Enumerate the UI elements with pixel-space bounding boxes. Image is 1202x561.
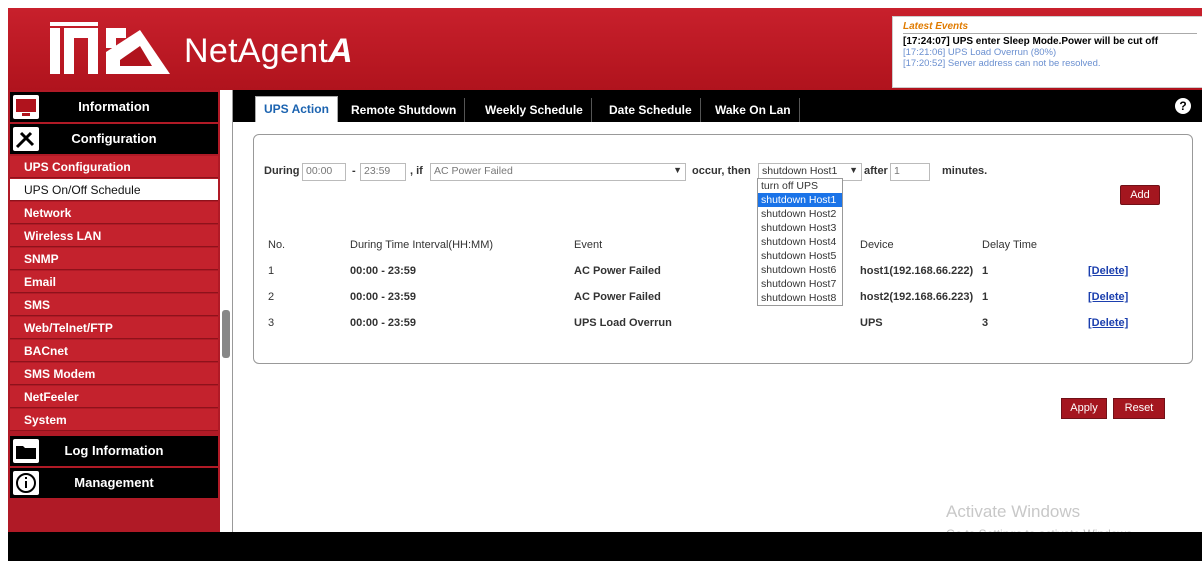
tab-date-schedule[interactable]: Date Schedule bbox=[601, 98, 701, 122]
during-label: During bbox=[264, 165, 300, 177]
sidebar-item-wireless-lan[interactable]: Wireless LAN bbox=[10, 225, 218, 247]
header-event: Event bbox=[574, 239, 603, 251]
latest-events-panel: Latest Events [17:24:07] UPS enter Sleep… bbox=[892, 16, 1202, 88]
sidebar-item-web-telnet-ftp[interactable]: Web/Telnet/FTP bbox=[10, 317, 218, 339]
dropdown-option[interactable]: shutdown Host2 bbox=[758, 207, 842, 221]
chevron-down-icon: ▼ bbox=[673, 165, 682, 175]
sidebar-item-ups-onoff-schedule[interactable]: UPS On/Off Schedule bbox=[10, 179, 218, 201]
row-3-device: UPS bbox=[860, 317, 883, 329]
sidebar-collapse-handle[interactable] bbox=[222, 310, 230, 358]
header-no: No. bbox=[268, 239, 286, 251]
occur-label: occur, then bbox=[692, 165, 751, 177]
minutes-label: minutes. bbox=[942, 165, 988, 177]
event-line: [17:20:52] Server address can not be res… bbox=[903, 58, 1101, 69]
help-icon[interactable]: ? bbox=[1175, 98, 1191, 114]
footer-bar bbox=[8, 532, 1202, 561]
sidebar-item-netfeeler[interactable]: NetFeeler bbox=[10, 386, 218, 408]
netagent-logo-icon bbox=[50, 22, 170, 74]
dropdown-option[interactable]: shutdown Host8 bbox=[758, 291, 842, 305]
sidebar-section-management[interactable]: Management bbox=[10, 468, 218, 498]
dropdown-option[interactable]: shutdown Host7 bbox=[758, 277, 842, 291]
sidebar-section-log-information[interactable]: Log Information bbox=[10, 436, 218, 466]
row-2-delay: 1 bbox=[982, 291, 989, 303]
dropdown-option[interactable]: shutdown Host5 bbox=[758, 249, 842, 263]
sidebar-item-sms[interactable]: SMS bbox=[10, 294, 218, 316]
sidebar-section-information[interactable]: Information bbox=[10, 92, 218, 122]
apply-button[interactable]: Apply bbox=[1061, 398, 1107, 419]
brand-name: NetAgentA bbox=[184, 32, 354, 70]
row-2-interval: 00:00 - 23:59 bbox=[350, 291, 417, 303]
app-root: NetAgentA Latest Events [17:24:07] UPS e… bbox=[0, 0, 1202, 561]
row-1-event: AC Power Failed bbox=[574, 265, 661, 277]
sidebar-section-configuration[interactable]: Configuration bbox=[10, 124, 218, 154]
time-to-input[interactable]: 23:59 bbox=[360, 163, 406, 181]
row-2-delete-link[interactable]: [Delete] bbox=[1088, 291, 1128, 303]
dropdown-option[interactable]: shutdown Host4 bbox=[758, 235, 842, 249]
dropdown-option[interactable]: shutdown Host6 bbox=[758, 263, 842, 277]
row-2-event: AC Power Failed bbox=[574, 291, 661, 303]
action-dropdown-list: turn off UPS shutdown Host1 shutdown Hos… bbox=[757, 178, 843, 306]
latest-events-title: Latest Events bbox=[903, 21, 1197, 34]
event-line: [17:21:06] UPS Load Overrun (80%) bbox=[903, 47, 1057, 58]
row-3-delete-link[interactable]: [Delete] bbox=[1088, 317, 1128, 329]
after-label: after bbox=[864, 165, 888, 177]
activate-windows-title: Activate Windows bbox=[946, 502, 1081, 521]
tab-remote-shutdown[interactable]: Remote Shutdown bbox=[343, 98, 466, 122]
row-3-no: 3 bbox=[268, 317, 275, 329]
row-1-device: host1(192.168.66.222) bbox=[860, 265, 974, 277]
ups-action-panel: During 00:00 - 23:59 , if AC Power Faile… bbox=[253, 134, 1193, 364]
dash-label: - bbox=[352, 165, 356, 177]
reset-button[interactable]: Reset bbox=[1113, 398, 1165, 419]
sidebar-item-email[interactable]: Email bbox=[10, 271, 218, 293]
dropdown-option[interactable]: shutdown Host3 bbox=[758, 221, 842, 235]
row-2-device: host2(192.168.66.223) bbox=[860, 291, 974, 303]
tab-ups-action[interactable]: UPS Action bbox=[255, 96, 338, 122]
tab-bar: UPS Action Remote Shutdown Weekly Schedu… bbox=[233, 90, 1202, 122]
sidebar-item-ups-configuration[interactable]: UPS Configuration bbox=[10, 156, 218, 178]
if-label: , if bbox=[410, 165, 423, 177]
row-3-delay: 3 bbox=[982, 317, 989, 329]
row-1-interval: 00:00 - 23:59 bbox=[350, 265, 417, 277]
sidebar-item-snmp[interactable]: SNMP bbox=[10, 248, 218, 270]
row-1-no: 1 bbox=[268, 265, 275, 277]
add-button[interactable]: Add bbox=[1120, 185, 1160, 205]
time-from-input[interactable]: 00:00 bbox=[302, 163, 346, 181]
delay-minutes-input[interactable]: 1 bbox=[890, 163, 930, 181]
sidebar-item-system[interactable]: System bbox=[10, 409, 218, 431]
header-delay: Delay Time bbox=[982, 239, 1038, 251]
sidebar: Information Configuration UPS Configurat… bbox=[8, 90, 220, 532]
header-interval: During Time Interval(HH:MM) bbox=[350, 239, 494, 251]
sidebar-item-sms-modem[interactable]: SMS Modem bbox=[10, 363, 218, 385]
tab-weekly-schedule[interactable]: Weekly Schedule bbox=[477, 98, 592, 122]
main-content: UPS Action Remote Shutdown Weekly Schedu… bbox=[232, 90, 1202, 532]
event-line-main: [17:24:07] UPS enter Sleep Mode.Power wi… bbox=[903, 36, 1159, 47]
dropdown-option-selected[interactable]: shutdown Host1 bbox=[758, 193, 842, 207]
header-device: Device bbox=[860, 239, 894, 251]
sidebar-item-network[interactable]: Network bbox=[10, 202, 218, 224]
row-1-delete-link[interactable]: [Delete] bbox=[1088, 265, 1128, 277]
event-select[interactable]: AC Power Failed ▼ bbox=[430, 163, 686, 181]
chevron-down-icon: ▼ bbox=[849, 165, 858, 175]
row-3-interval: 00:00 - 23:59 bbox=[350, 317, 417, 329]
row-2-no: 2 bbox=[268, 291, 275, 303]
sidebar-item-bacnet[interactable]: BACnet bbox=[10, 340, 218, 362]
dropdown-option[interactable]: turn off UPS bbox=[758, 179, 842, 193]
header-banner: NetAgentA Latest Events [17:24:07] UPS e… bbox=[8, 8, 1202, 90]
row-3-event: UPS Load Overrun bbox=[574, 317, 672, 329]
row-1-delay: 1 bbox=[982, 265, 989, 277]
tab-wake-on-lan[interactable]: Wake On Lan bbox=[707, 98, 800, 122]
